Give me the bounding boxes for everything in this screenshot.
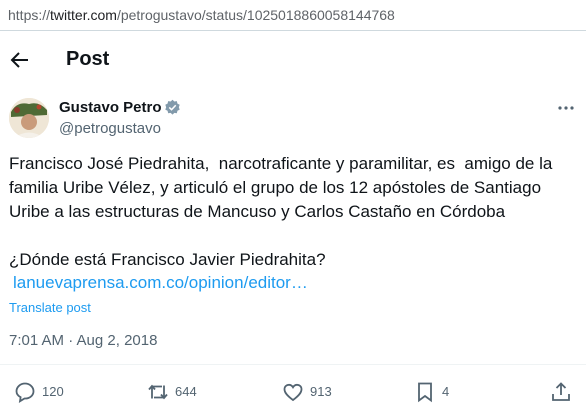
tweet-text-line: familia Uribe Vélez, y articuló el grupo… (9, 178, 542, 197)
tweet-link[interactable]: lanuevaprensa.com.co/opinion/editor… (13, 273, 308, 293)
address-url[interactable]: https://twitter.com/petrogustavo/status/… (8, 0, 395, 30)
avatar[interactable] (9, 98, 49, 138)
more-icon (558, 106, 574, 110)
url-host: twitter.com (50, 7, 117, 23)
bookmark-count: 4 (442, 384, 450, 399)
avatar-image (9, 98, 49, 138)
author-name[interactable]: Gustavo Petro (59, 99, 162, 116)
address-bar[interactable]: https://twitter.com/petrogustavo/status/… (0, 0, 586, 31)
share-icon (552, 382, 570, 401)
like-count: 913 (310, 384, 332, 399)
url-path: /petrogustavo/status/1025018860058144768 (116, 7, 395, 23)
back-button[interactable] (8, 48, 32, 72)
page-title: Post (66, 48, 110, 70)
post-timestamp[interactable]: 7:01 AM · Aug 2, 2018 (9, 332, 157, 349)
reply-icon (15, 382, 35, 403)
tweet-text-line: ¿Dónde está Francisco Javier Piedrahita? (9, 250, 326, 269)
reply-count: 120 (42, 384, 64, 399)
like-icon (283, 383, 303, 402)
post-header: Post (0, 40, 586, 80)
tweet-text-line (9, 224, 579, 248)
share-button[interactable] (550, 381, 572, 403)
url-protocol: https:// (8, 7, 51, 23)
tweet-text: Francisco José Piedrahita, narcotrafican… (9, 152, 579, 272)
tweet-text-line: Uribe a las estructuras de Mancuso y Car… (9, 202, 506, 221)
author-handle[interactable]: @petrogustavo (59, 120, 161, 137)
more-options-button[interactable] (556, 100, 576, 116)
bookmark-icon (418, 382, 432, 403)
repost-icon (148, 384, 168, 400)
repost-count: 644 (175, 384, 197, 399)
verified-badge-icon (165, 99, 180, 115)
tweet-text-line: Francisco José Piedrahita, narcotrafican… (9, 154, 553, 173)
arrow-left-icon (10, 52, 28, 68)
divider (0, 364, 586, 365)
translate-post-link[interactable]: Translate post (9, 300, 91, 315)
